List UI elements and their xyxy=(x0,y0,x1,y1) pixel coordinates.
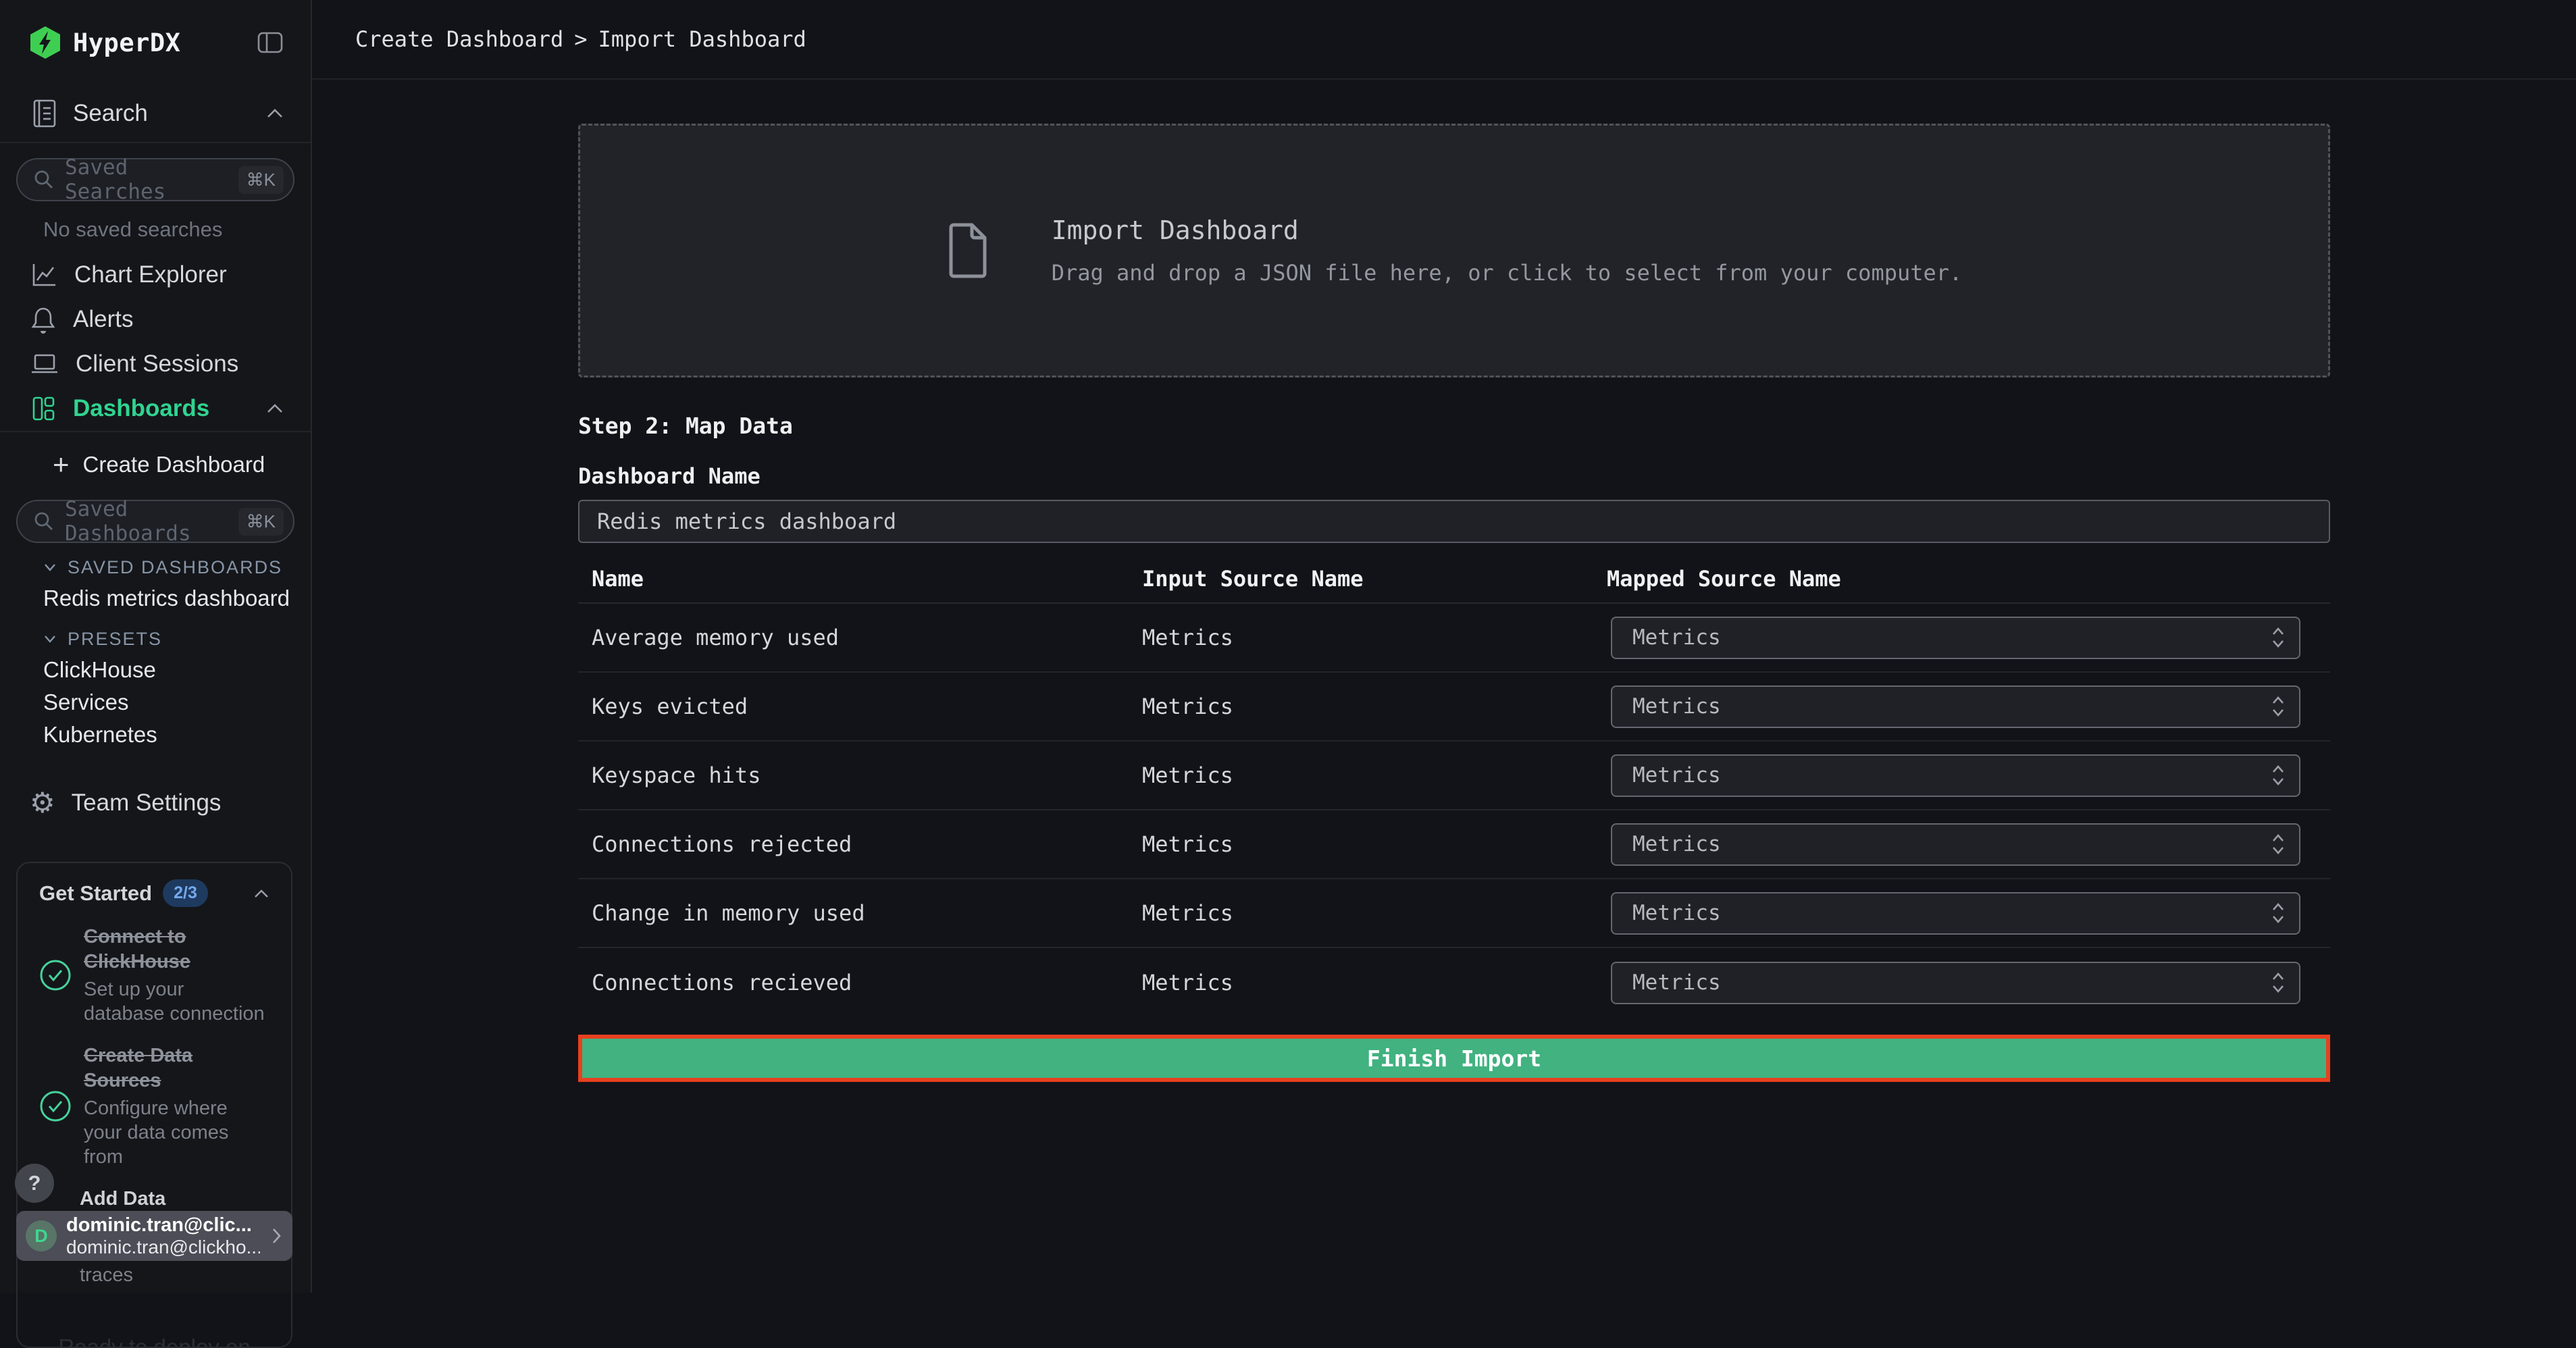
json-dropzone[interactable]: Import Dashboard Drag and drop a JSON fi… xyxy=(578,124,2330,378)
dropzone-title: Import Dashboard xyxy=(1052,215,1963,245)
mapped-source-select[interactable]: Metrics xyxy=(1611,685,2300,728)
preset-item-clickhouse[interactable]: ClickHouse xyxy=(0,654,311,686)
sidebar-collapse-icon[interactable] xyxy=(257,30,284,55)
select-chevrons-icon xyxy=(2271,763,2286,787)
select-chevrons-icon xyxy=(2271,625,2286,650)
chevron-down-icon xyxy=(43,634,57,644)
laptop-icon xyxy=(30,351,59,377)
chevron-up-icon xyxy=(253,888,269,899)
plus-icon: + xyxy=(53,450,70,479)
sidebar-section-search[interactable]: Search xyxy=(0,85,311,143)
table-row: Connections recieved Metrics Metrics xyxy=(578,948,2330,1017)
chevron-right-icon xyxy=(269,1226,283,1246)
table-header-row: Name Input Source Name Mapped Source Nam… xyxy=(578,543,2330,604)
no-saved-searches-text: No saved searches xyxy=(43,217,311,242)
presets-header[interactable]: PRESETS xyxy=(0,624,311,654)
file-icon xyxy=(946,222,991,280)
search-icon xyxy=(32,510,55,533)
mapped-source-select[interactable]: Metrics xyxy=(1611,962,2300,1004)
breadcrumb-separator: > xyxy=(574,26,587,52)
chevron-down-icon xyxy=(43,563,57,572)
check-circle-icon xyxy=(39,1090,72,1122)
clickhouse-cloud-promo: Ready to deploy on ClickHouse Cloud? xyxy=(39,1325,269,1348)
mapped-source-select[interactable]: Metrics xyxy=(1611,823,2300,866)
hyperdx-logo-icon xyxy=(30,26,61,59)
step-heading: Step 2: Map Data xyxy=(578,413,2576,439)
chevron-up-icon xyxy=(266,107,284,120)
search-icon xyxy=(32,168,55,191)
shortcut-badge: ⌘K xyxy=(238,508,284,536)
saved-dashboards-placeholder: Saved Dashboards xyxy=(65,497,229,546)
column-header-input-source: Input Source Name xyxy=(1142,566,1607,592)
get-started-item-sources[interactable]: Create Data Sources Configure where your… xyxy=(39,1043,269,1169)
gear-icon: ⚙ xyxy=(30,789,55,817)
get-started-title: Get Started xyxy=(39,881,152,906)
get-started-card: Get Started 2/3 Connect to ClickHouse Se… xyxy=(16,862,292,1348)
finish-import-button[interactable]: Finish Import xyxy=(578,1035,2330,1082)
table-row: Change in memory used Metrics Metrics xyxy=(578,879,2330,948)
mapped-source-select[interactable]: Metrics xyxy=(1611,617,2300,659)
dashboards-grid-icon xyxy=(30,394,57,423)
main-area: Create Dashboard > Import Dashboard Impo… xyxy=(312,0,2576,1293)
help-button[interactable]: ? xyxy=(15,1164,54,1203)
breadcrumb-create-dashboard[interactable]: Create Dashboard xyxy=(355,26,563,52)
mapped-source-select[interactable]: Metrics xyxy=(1611,892,2300,935)
team-settings-button[interactable]: ⚙ Team Settings xyxy=(0,781,311,825)
mapped-source-select[interactable]: Metrics xyxy=(1611,754,2300,797)
select-chevrons-icon xyxy=(2271,970,2286,995)
sidebar-item-client-sessions[interactable]: Client Sessions xyxy=(0,342,311,386)
sidebar: HyperDX Search xyxy=(0,0,312,1293)
import-content: Import Dashboard Drag and drop a JSON fi… xyxy=(312,124,2576,1082)
sidebar-item-chart-explorer[interactable]: Chart Explorer xyxy=(0,253,311,297)
chevron-up-icon xyxy=(266,403,284,415)
saved-dashboard-item[interactable]: Redis metrics dashboard xyxy=(0,582,311,615)
table-row: Average memory used Metrics Metrics xyxy=(578,604,2330,673)
app-title: HyperDX xyxy=(73,28,180,57)
select-chevrons-icon xyxy=(2271,694,2286,719)
user-display-name: dominic.tran@clic... xyxy=(66,1214,260,1237)
saved-searches-placeholder: Saved Searches xyxy=(65,155,229,204)
get-started-header[interactable]: Get Started 2/3 xyxy=(39,879,269,907)
user-email: dominic.tran@clickho... xyxy=(66,1237,260,1258)
sidebar-item-alerts[interactable]: Alerts xyxy=(0,297,311,342)
search-section-icon xyxy=(30,98,58,129)
progress-badge: 2/3 xyxy=(163,879,208,907)
dropzone-subtitle: Drag and drop a JSON file here, or click… xyxy=(1052,260,1963,286)
saved-dashboards-input[interactable]: Saved Dashboards ⌘K xyxy=(16,500,294,543)
saved-dashboards-header[interactable]: SAVED DASHBOARDS xyxy=(0,552,311,582)
preset-item-kubernetes[interactable]: Kubernetes xyxy=(0,719,311,751)
sidebar-item-dashboards[interactable]: Dashboards xyxy=(0,386,311,431)
mapping-table: Name Input Source Name Mapped Source Nam… xyxy=(578,543,2330,1017)
table-row: Connections rejected Metrics Metrics xyxy=(578,810,2330,879)
preset-item-services[interactable]: Services xyxy=(0,686,311,719)
select-chevrons-icon xyxy=(2271,901,2286,925)
user-account-button[interactable]: D dominic.tran@clic... dominic.tran@clic… xyxy=(16,1211,292,1261)
column-header-mapped-source: Mapped Source Name xyxy=(1607,566,2330,592)
chart-line-icon xyxy=(30,261,58,289)
avatar: D xyxy=(26,1220,57,1251)
column-header-name: Name xyxy=(578,566,1142,592)
bell-icon xyxy=(30,305,57,334)
select-chevrons-icon xyxy=(2271,832,2286,856)
sidebar-nav: Chart Explorer Alerts Client Sessions xyxy=(0,253,311,432)
table-row: Keys evicted Metrics Metrics xyxy=(578,673,2330,742)
dashboard-name-input[interactable]: Redis metrics dashboard xyxy=(578,500,2330,543)
search-section-label: Search xyxy=(73,100,251,127)
shortcut-badge: ⌘K xyxy=(238,166,284,194)
table-row: Keyspace hits Metrics Metrics xyxy=(578,742,2330,810)
create-dashboard-button[interactable]: + Create Dashboard xyxy=(0,444,311,485)
saved-searches-input[interactable]: Saved Searches ⌘K xyxy=(16,158,294,201)
topbar: Create Dashboard > Import Dashboard xyxy=(312,0,2576,80)
breadcrumb-import-dashboard[interactable]: Import Dashboard xyxy=(598,26,806,52)
check-circle-icon xyxy=(39,959,72,991)
hyperdx-logo[interactable]: HyperDX xyxy=(30,26,180,59)
get-started-item-connect[interactable]: Connect to ClickHouse Set up your databa… xyxy=(39,925,269,1026)
dashboard-name-label: Dashboard Name xyxy=(578,463,2576,489)
sidebar-header: HyperDX xyxy=(0,0,311,85)
